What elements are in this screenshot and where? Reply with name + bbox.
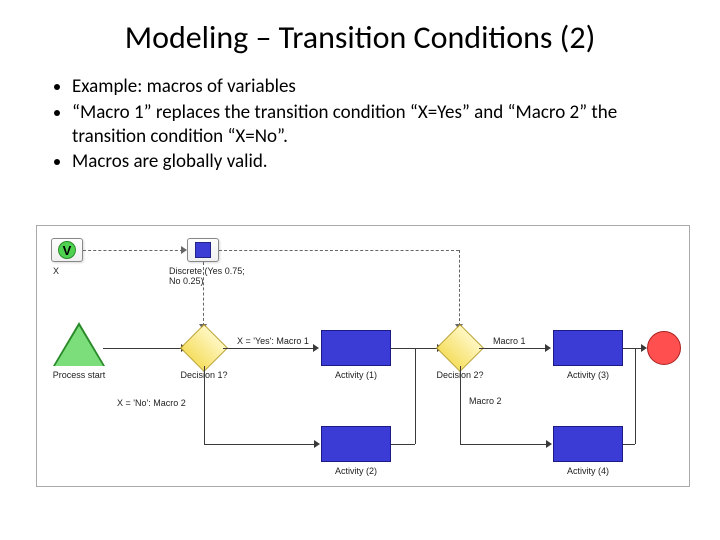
decision-1 <box>180 324 228 372</box>
distribution-badge <box>187 238 219 262</box>
connector <box>479 348 547 349</box>
variable-badge: V <box>51 238 83 262</box>
process-start-label: Process start <box>43 370 115 380</box>
process-start-icon <box>55 326 103 366</box>
macro1-edge-label: X = 'Yes': Macro 1 <box>237 336 309 346</box>
connector-dashed <box>83 250 183 251</box>
variable-circle-icon: V <box>58 241 76 259</box>
activity-4-box <box>553 426 623 462</box>
activity-2-label: Activity (2) <box>321 466 391 476</box>
activity-4-label: Activity (4) <box>553 466 623 476</box>
end-point <box>647 331 681 365</box>
decision-2 <box>436 324 484 372</box>
connector <box>103 348 183 349</box>
connector-dashed <box>459 250 460 326</box>
connector <box>623 348 643 349</box>
connector <box>460 366 461 444</box>
connector <box>623 444 635 445</box>
distribution-label: Discrete (Yes 0.75; No 0.25) <box>169 266 257 286</box>
macro1-label: Macro 1 <box>493 336 526 346</box>
bullet-item: “Macro 1” replaces the transition condit… <box>72 101 680 149</box>
connector <box>635 348 636 444</box>
bullet-list: Example: macros of variables “Macro 1” r… <box>50 75 680 174</box>
activity-2-box <box>321 426 391 462</box>
macro2-label: Macro 2 <box>469 396 502 406</box>
activity-3-box <box>553 330 623 366</box>
arrow-right-icon <box>545 344 551 352</box>
macro2-edge-label: X = 'No': Macro 2 <box>117 398 186 408</box>
page-title: Modeling – Transition Conditions (2) <box>40 18 680 57</box>
activity-1-box <box>321 330 391 366</box>
flow-diagram: V X Discrete (Yes 0.75; No 0.25) Process… <box>36 225 690 487</box>
variable-badge-label: V <box>63 243 72 258</box>
connector <box>204 366 205 444</box>
connector <box>204 444 316 445</box>
connector-dashed <box>203 262 204 326</box>
arrow-right-icon <box>181 246 187 254</box>
connector <box>415 348 416 444</box>
activity-1-label: Activity (1) <box>321 370 391 380</box>
arrow-right-icon <box>313 344 319 352</box>
arrow-right-icon <box>314 440 320 448</box>
connector <box>223 348 315 349</box>
bullet-item: Example: macros of variables <box>72 75 680 99</box>
connector <box>391 444 415 445</box>
distribution-square-icon <box>195 242 211 258</box>
activity-3-label: Activity (3) <box>553 370 623 380</box>
connector-dashed <box>219 250 459 251</box>
connector <box>460 444 548 445</box>
arrow-right-icon <box>546 440 552 448</box>
x-label: X <box>53 266 59 276</box>
bullet-item: Macros are globally valid. <box>72 150 680 174</box>
